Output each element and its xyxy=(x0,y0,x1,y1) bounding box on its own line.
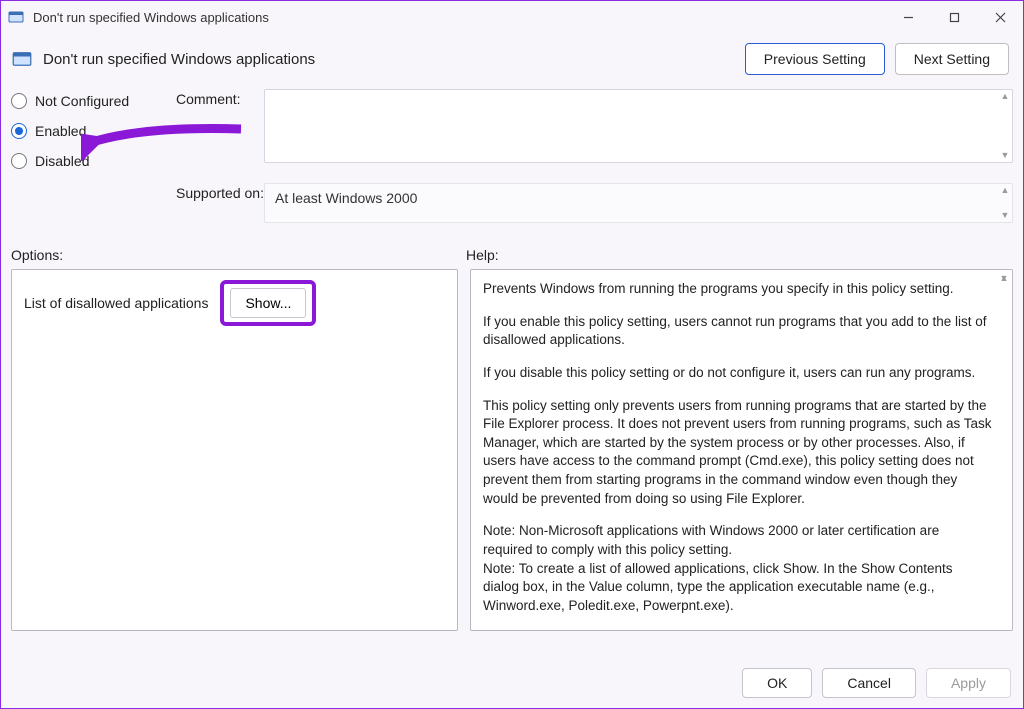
help-paragraph: Note: Non-Microsoft applications with Wi… xyxy=(483,522,992,559)
help-paragraph: Prevents Windows from running the progra… xyxy=(483,280,992,299)
cancel-button[interactable]: Cancel xyxy=(822,668,916,698)
help-pane: Prevents Windows from running the progra… xyxy=(470,269,1013,631)
dialog-window: Don't run specified Windows applications… xyxy=(0,0,1024,709)
options-label: Options: xyxy=(11,247,466,263)
supported-on-value: At least Windows 2000 xyxy=(275,190,417,206)
config-row: Not Configured Enabled Disabled Comment:… xyxy=(1,85,1023,223)
comment-input[interactable]: ▲ ▼ xyxy=(264,89,1013,163)
help-paragraph: Note: To create a list of allowed applic… xyxy=(483,560,992,616)
comment-label: Comment: xyxy=(176,89,254,107)
next-setting-button[interactable]: Next Setting xyxy=(895,43,1009,75)
ok-button[interactable]: OK xyxy=(742,668,812,698)
state-radio-group: Not Configured Enabled Disabled xyxy=(11,89,176,223)
radio-icon xyxy=(11,93,27,109)
radio-label: Enabled xyxy=(35,123,86,139)
options-pane: List of disallowed applications Show... xyxy=(11,269,458,631)
dialog-footer: OK Cancel Apply xyxy=(742,668,1011,698)
help-paragraph: If you disable this policy setting or do… xyxy=(483,364,992,383)
title-bar: Don't run specified Windows applications xyxy=(1,1,1023,33)
disallowed-list-label: List of disallowed applications xyxy=(24,295,208,311)
supported-on-label: Supported on: xyxy=(176,183,254,201)
window-title: Don't run specified Windows applications xyxy=(33,10,269,25)
previous-setting-button[interactable]: Previous Setting xyxy=(745,43,885,75)
help-paragraph: This policy setting only prevents users … xyxy=(483,397,992,509)
setting-title: Don't run specified Windows applications xyxy=(43,51,315,68)
supported-on-box: At least Windows 2000 ▲ ▼ xyxy=(264,183,1013,223)
close-button[interactable] xyxy=(977,1,1023,33)
maximize-button[interactable] xyxy=(931,1,977,33)
help-label: Help: xyxy=(466,247,499,263)
apply-button[interactable]: Apply xyxy=(926,668,1011,698)
radio-disabled[interactable]: Disabled xyxy=(11,153,176,169)
radio-label: Disabled xyxy=(35,153,89,169)
radio-icon xyxy=(11,123,27,139)
radio-not-configured[interactable]: Not Configured xyxy=(11,93,176,109)
radio-icon xyxy=(11,153,27,169)
chevron-up-icon[interactable]: ▲ xyxy=(1000,92,1010,101)
minimize-button[interactable] xyxy=(885,1,931,33)
header-row: Don't run specified Windows applications… xyxy=(1,33,1023,85)
show-button[interactable]: Show... xyxy=(230,288,306,318)
radio-label: Not Configured xyxy=(35,93,129,109)
annotation-highlight: Show... xyxy=(220,280,316,326)
chevron-down-icon[interactable]: ▼ xyxy=(999,274,1009,626)
chevron-up-icon: ▲ xyxy=(1000,186,1010,195)
chevron-down-icon[interactable]: ▼ xyxy=(1000,151,1010,160)
chevron-down-icon: ▼ xyxy=(1000,211,1010,220)
policy-icon xyxy=(7,8,25,26)
radio-enabled[interactable]: Enabled xyxy=(11,123,176,139)
policy-icon xyxy=(11,48,33,70)
help-paragraph: If you enable this policy setting, users… xyxy=(483,313,992,350)
pane-labels: Options: Help: xyxy=(1,223,1023,269)
